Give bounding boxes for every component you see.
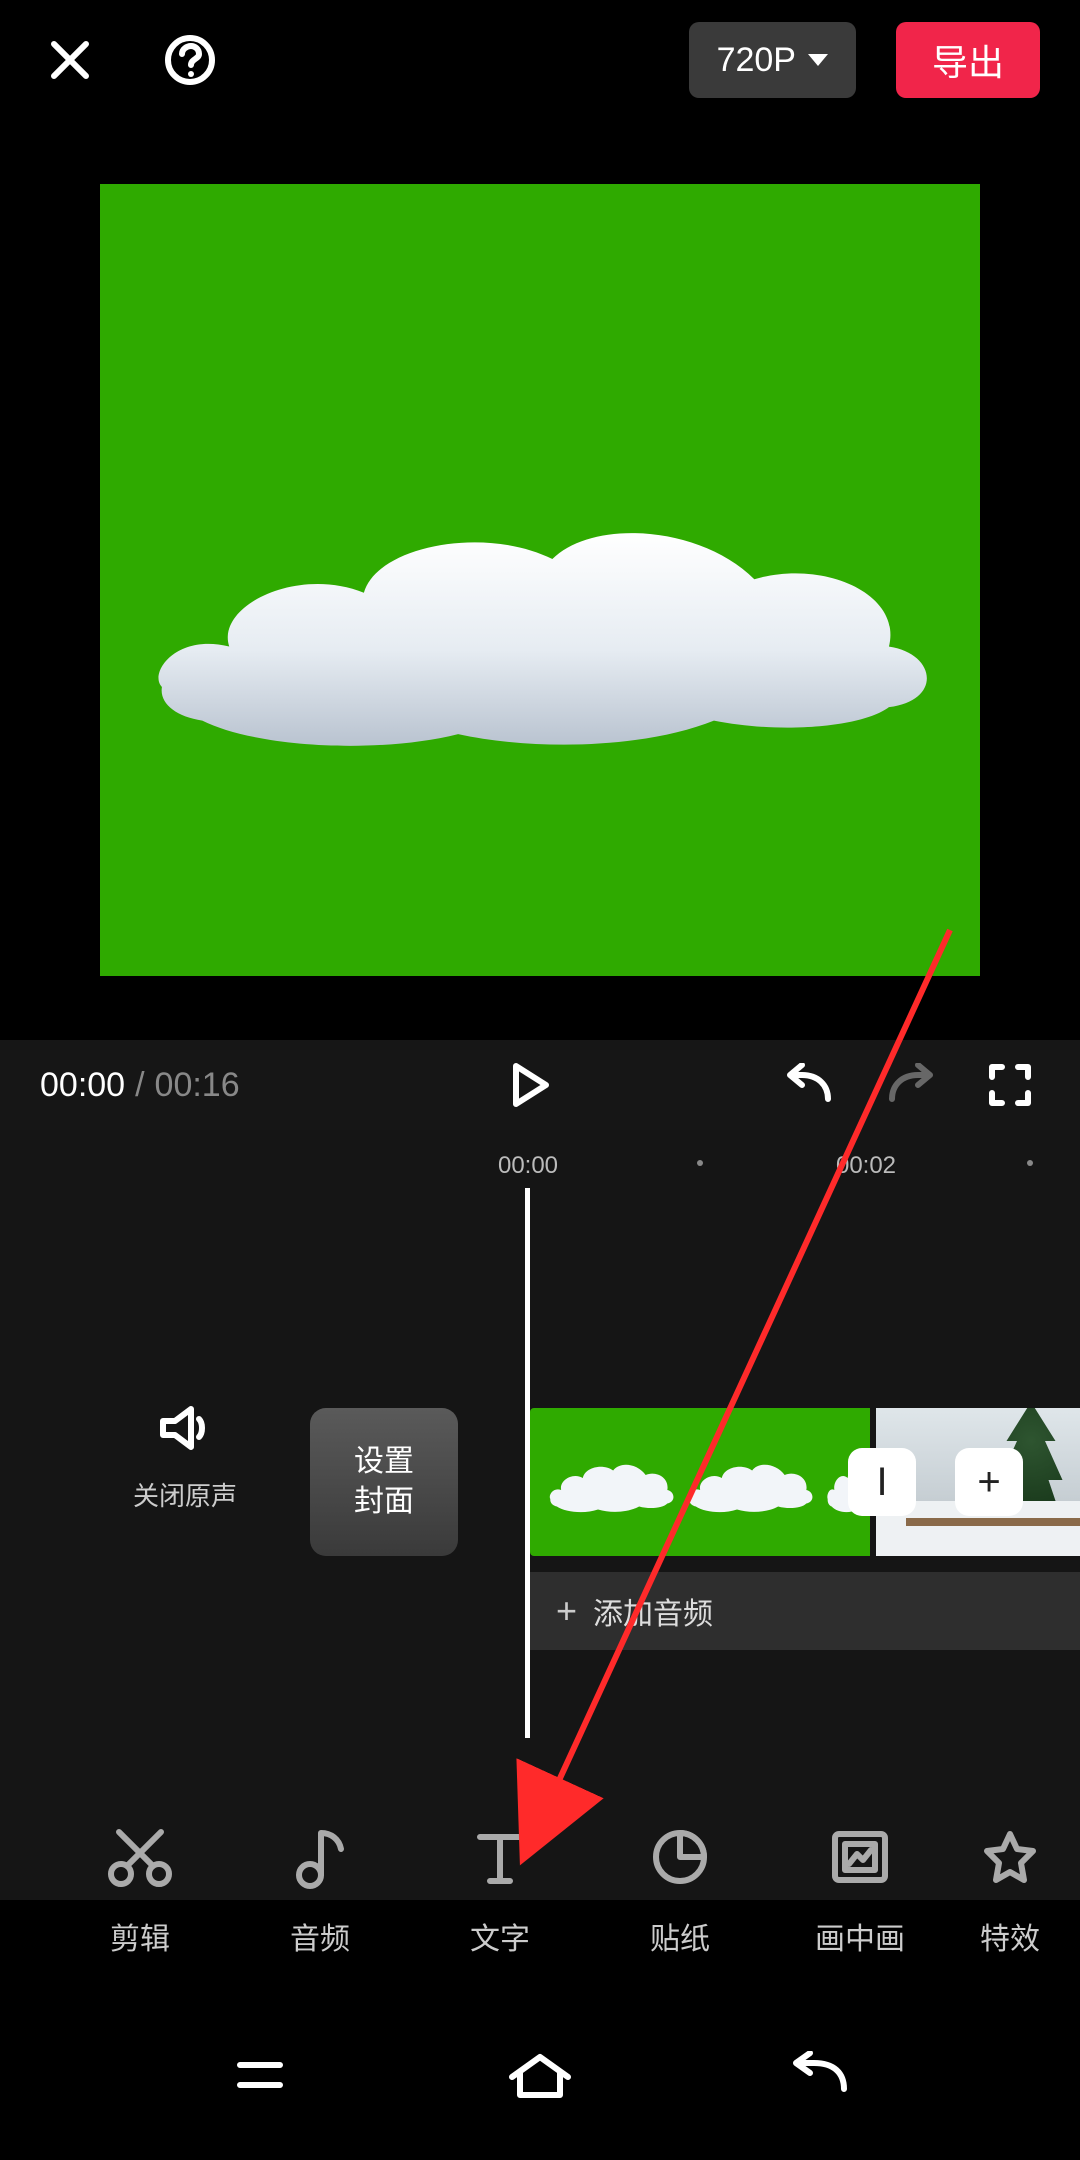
system-nav-bar [0, 2010, 1080, 2160]
video-track: 关闭原声 设置 封面 I + [0, 1408, 1080, 1556]
time-current: 00:00 [40, 1066, 125, 1105]
plus-icon: + [556, 1590, 577, 1632]
set-cover-button[interactable]: 设置 封面 [310, 1408, 458, 1556]
preview-frame[interactable] [100, 140, 980, 1020]
star-icon [980, 1820, 1040, 1894]
speaker-icon [115, 1398, 255, 1458]
tool-cut[interactable]: 剪辑 [50, 1820, 230, 1990]
transition-handle-left[interactable]: I [848, 1448, 916, 1516]
clip-1[interactable] [530, 1408, 870, 1556]
tool-sticker[interactable]: 贴纸 [590, 1820, 770, 1990]
close-button[interactable] [40, 30, 100, 90]
music-note-icon [292, 1820, 348, 1894]
resolution-label: 720P [717, 41, 796, 80]
text-icon [472, 1820, 528, 1894]
resolution-selector[interactable]: 720P [689, 22, 856, 98]
preview-area [0, 120, 1080, 1040]
nav-back[interactable] [770, 2035, 870, 2115]
time-duration: 00:16 [155, 1066, 240, 1105]
transition-handle-add[interactable]: + [955, 1448, 1023, 1516]
fullscreen-button[interactable] [980, 1055, 1040, 1115]
redo-button[interactable] [880, 1055, 940, 1115]
tool-text[interactable]: 文字 [410, 1820, 590, 1990]
picture-in-picture-icon [829, 1820, 891, 1894]
tool-fx[interactable]: 特效 [950, 1820, 1070, 1990]
tool-row: 剪辑 音频 文字 贴纸 画中画 特效 [0, 1820, 1080, 1990]
top-bar: 720P 导出 [0, 0, 1080, 120]
nav-home[interactable] [490, 2035, 590, 2115]
tool-audio[interactable]: 音频 [230, 1820, 410, 1990]
undo-button[interactable] [780, 1055, 840, 1115]
scissors-icon [107, 1820, 173, 1894]
export-button[interactable]: 导出 [896, 22, 1040, 98]
ruler-tick: 00:00 [498, 1152, 558, 1180]
time-separator: / [135, 1066, 144, 1105]
nav-recent[interactable] [210, 2035, 310, 2115]
tool-pip[interactable]: 画中画 [770, 1820, 950, 1990]
cloud-graphic [135, 485, 943, 754]
playhead[interactable] [525, 1188, 530, 1738]
timeline[interactable]: 00:00 00:02 关闭原声 设置 封面 I [0, 1130, 1080, 1900]
preview-content [100, 184, 980, 976]
ruler-dot [1027, 1160, 1033, 1166]
timeline-ruler[interactable]: 00:00 00:02 [0, 1130, 1080, 1190]
sticker-icon [651, 1820, 709, 1894]
play-button[interactable] [500, 1055, 560, 1115]
mute-original-audio[interactable]: 关闭原声 [115, 1398, 255, 1513]
add-audio-track[interactable]: + 添加音频 [530, 1572, 1080, 1650]
ruler-dot [697, 1160, 703, 1166]
chevron-down-icon [808, 54, 828, 66]
playback-bar: 00:00 / 00:16 [0, 1040, 1080, 1130]
ruler-tick: 00:02 [836, 1152, 896, 1180]
help-button[interactable] [160, 30, 220, 90]
